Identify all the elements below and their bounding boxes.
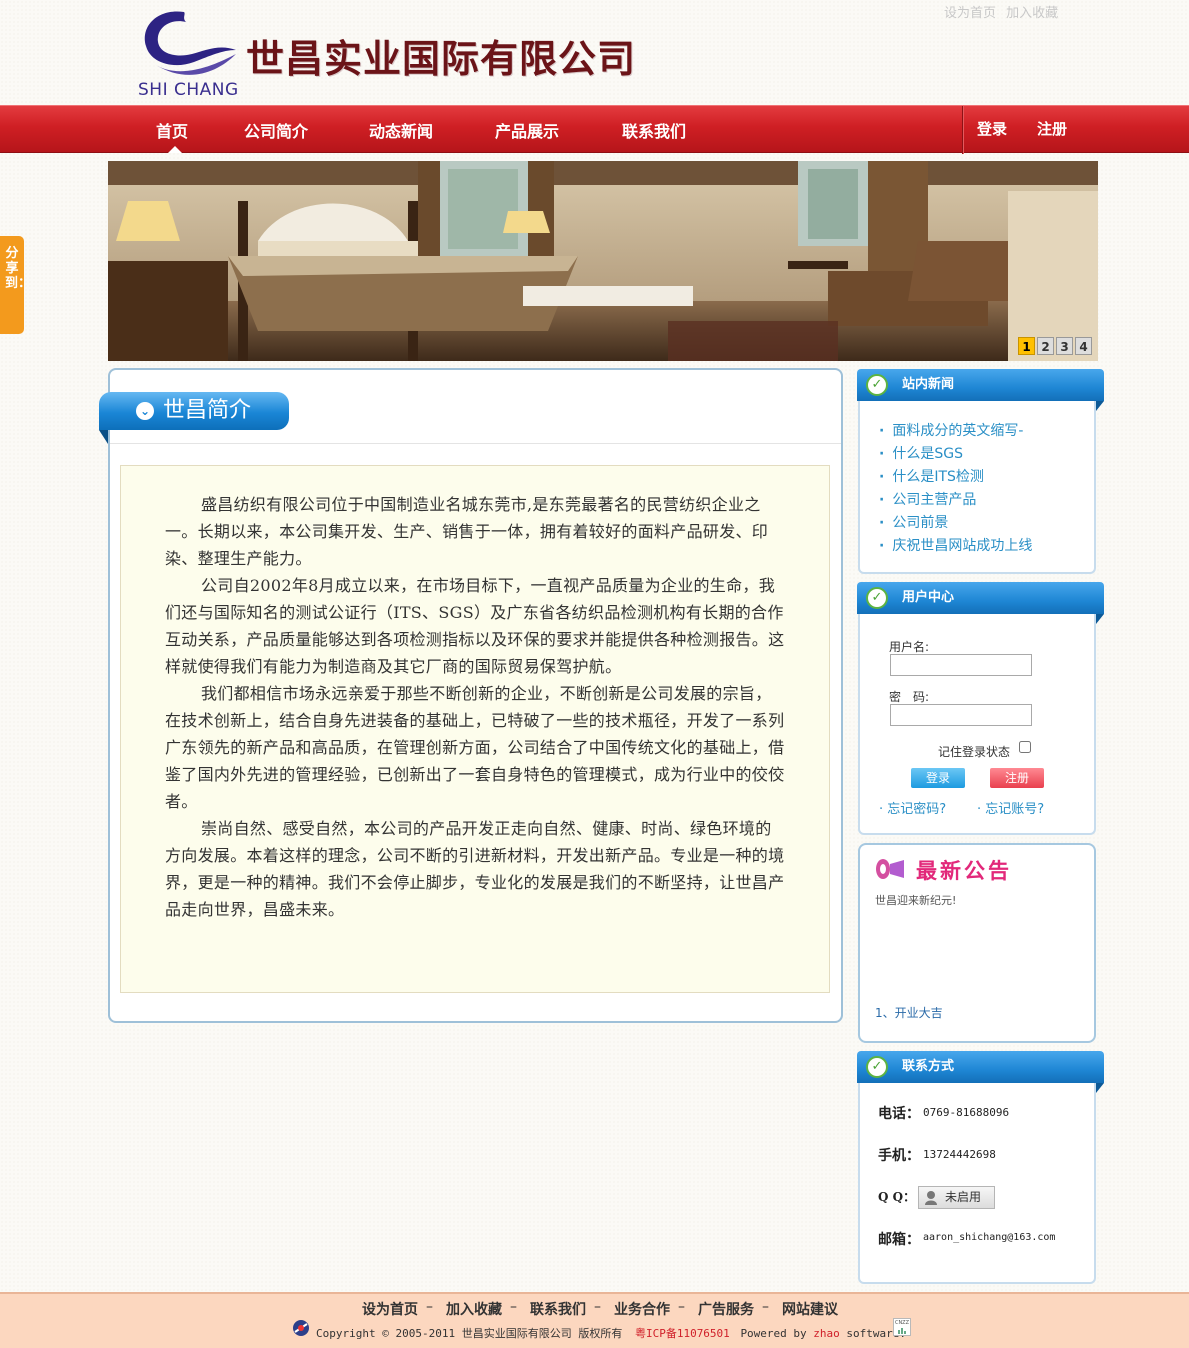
footer-link-ads[interactable]: 广告服务	[698, 1299, 754, 1319]
contact-fold	[1096, 1083, 1104, 1093]
forgot-account-link[interactable]: · 忘记账号?	[977, 798, 1044, 817]
footer-separator: –	[510, 1299, 517, 1315]
bedroom-photo	[108, 161, 1098, 361]
intro-divider	[110, 443, 841, 444]
banner-dot-4[interactable]: 4	[1075, 337, 1092, 355]
megaphone-icon	[874, 856, 908, 882]
nav-divider	[962, 106, 963, 154]
banner-dot-1[interactable]: 1	[1018, 337, 1035, 355]
nav-active-indicator	[168, 146, 182, 153]
notice-item[interactable]: 1、开业大吉	[875, 1004, 943, 1021]
site-news-title: 站内新闻	[857, 369, 1104, 401]
footer-separator: –	[678, 1299, 685, 1315]
username-input[interactable]	[890, 654, 1032, 676]
main-nav: 首页 公司简介 动态新闻 产品展示 联系我们 登录 注册	[0, 105, 1189, 154]
login-button[interactable]: 登录	[911, 768, 965, 788]
nav-about[interactable]: 公司简介	[244, 118, 308, 142]
qq-person-icon	[924, 1190, 938, 1205]
email-label: 邮箱：	[878, 1232, 920, 1248]
copyright-text: Copyright © 2005-2011 世昌实业国际有限公司 版权所有	[316, 1327, 623, 1340]
nav-products[interactable]: 产品展示	[495, 118, 559, 142]
nav-home[interactable]: 首页	[156, 118, 188, 142]
intro-paragraph: 公司自2002年8月成立以来，在市场目标下，一直视产品质量为企业的生命，我们还与…	[165, 576, 785, 676]
powered-by-link[interactable]: zhao	[813, 1327, 840, 1340]
check-icon: ✓	[866, 374, 888, 396]
check-icon: ✓	[866, 1056, 888, 1078]
powered-by-text: Powered by	[740, 1327, 807, 1340]
qq-button[interactable]: 未启用	[918, 1186, 995, 1209]
add-favorite-link[interactable]: 加入收藏	[1006, 6, 1058, 21]
site-news-fold	[1096, 401, 1104, 411]
footer-separator: –	[762, 1299, 769, 1315]
footer-link-business[interactable]: 业务合作	[614, 1299, 670, 1319]
intro-content: 盛昌纺织有限公司位于中国制造业名城东莞市,是东莞最著名的民营纺织企业之一。长期以…	[120, 465, 830, 993]
company-logo[interactable]: SHI CHANG	[136, 4, 246, 100]
phone-label: 电话：	[878, 1106, 920, 1122]
top-links: 设为首页 加入收藏	[944, 2, 1064, 21]
remember-label: 记住登录状态	[938, 745, 1011, 759]
company-name: 世昌实业国际有限公司	[246, 36, 637, 81]
set-homepage-link[interactable]: 设为首页	[944, 6, 996, 21]
mobile-label: 手机：	[878, 1148, 920, 1164]
nav-contact[interactable]: 联系我们	[622, 118, 686, 142]
banner-dot-2[interactable]: 2	[1037, 337, 1054, 355]
share-label: 分享到：	[5, 246, 32, 291]
icp-link[interactable]: 粤ICP备11076501	[635, 1327, 730, 1340]
password-label: 密 码:	[889, 690, 930, 704]
footer-link-contact[interactable]: 联系我们	[530, 1299, 586, 1319]
forgot-password-link[interactable]: · 忘记密码?	[879, 798, 946, 817]
news-item[interactable]: 什么是ITS检测	[879, 466, 984, 486]
password-input[interactable]	[890, 704, 1032, 726]
remember-checkbox[interactable]	[1019, 741, 1031, 753]
footer-badge-icon	[291, 1318, 311, 1338]
banner-pager: 1 2 3 4	[1018, 337, 1092, 355]
intro-tab-fold	[99, 430, 108, 444]
news-item[interactable]: 什么是SGS	[879, 443, 963, 463]
qq-label: Q Q：	[878, 1190, 916, 1204]
news-item[interactable]: 公司前景	[879, 512, 948, 532]
user-center-title: 用户中心	[857, 582, 1104, 614]
qq-button-label: 未启用	[945, 1190, 982, 1204]
news-item[interactable]: 庆祝世昌网站成功上线	[879, 535, 1032, 555]
mobile-value: 13724442698	[923, 1148, 996, 1161]
footer-link-suggestion[interactable]: 网站建议	[782, 1299, 838, 1319]
footer-link-favorite[interactable]: 加入收藏	[446, 1299, 502, 1319]
news-item[interactable]: 面料成分的英文缩写-	[879, 420, 1023, 440]
phone-value: 0769-81688096	[923, 1106, 1010, 1119]
intro-paragraph: 崇尚自然、感受自然，本公司的产品开发正走向自然、健康、时尚、绿色环境的方向发展。…	[165, 819, 785, 919]
footer-link-homepage[interactable]: 设为首页	[362, 1299, 418, 1319]
nav-news[interactable]: 动态新闻	[369, 118, 433, 142]
copyright: Copyright © 2005-2011 世昌实业国际有限公司 版权所有 粤I…	[316, 1325, 906, 1341]
cnzz-stats-icon[interactable]: CNZZ	[893, 1318, 911, 1336]
banner-dot-3[interactable]: 3	[1056, 337, 1073, 355]
intro-paragraph: 我们都相信市场永远亲爱于那些不断创新的企业，不断创新是公司发展的宗旨，在技术创新…	[165, 684, 785, 811]
check-icon: ✓	[866, 587, 888, 609]
register-button[interactable]: 注册	[990, 768, 1044, 788]
cnzz-label: CNZZ	[894, 1320, 910, 1326]
nav-register[interactable]: 注册	[1037, 118, 1067, 139]
intro-paragraph: 盛昌纺织有限公司位于中国制造业名城东莞市,是东莞最著名的民营纺织企业之一。长期以…	[165, 495, 769, 568]
footer-separator: –	[594, 1299, 601, 1315]
user-center-fold	[1096, 614, 1104, 624]
news-item[interactable]: 公司主营产品	[879, 489, 976, 509]
footer-separator: –	[426, 1299, 433, 1315]
username-label: 用户名:	[889, 640, 930, 654]
contact-title: 联系方式	[857, 1051, 1104, 1083]
email-value: aaron_shichang@163.com	[923, 1232, 1056, 1243]
notice-title: 最新公告	[916, 859, 1012, 883]
intro-title: 世昌简介	[99, 392, 289, 430]
notice-text: 世昌迎来新纪元!	[875, 894, 957, 907]
logo-text: SHI CHANG	[138, 80, 239, 100]
share-tab[interactable]: 分享到：	[0, 236, 32, 334]
banner-slideshow[interactable]: 1 2 3 4	[108, 161, 1098, 361]
nav-login[interactable]: 登录	[977, 118, 1007, 139]
chevron-down-icon: ⌄	[136, 402, 154, 420]
